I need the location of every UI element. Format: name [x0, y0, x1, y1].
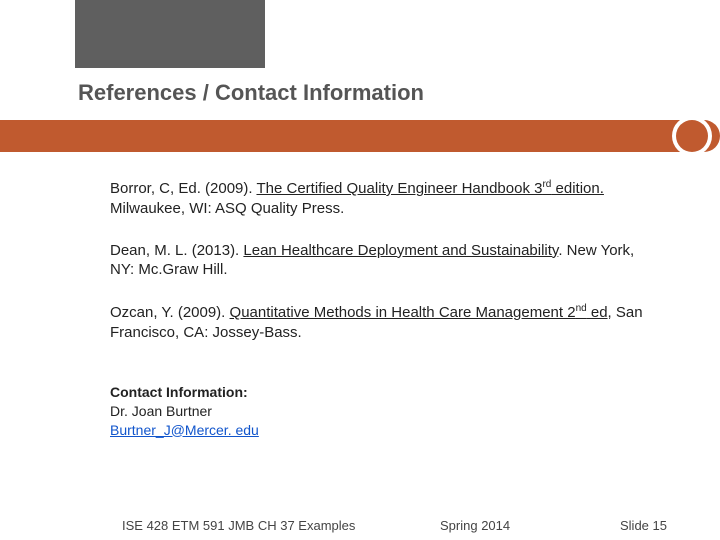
ref-title-underline: Quantitative Methods in Health Care Mana…: [230, 304, 608, 321]
footer-left: ISE 428 ETM 591 JMB CH 37 Examples: [122, 518, 355, 533]
ref-title-underline: The Certified Quality Engineer Handbook …: [256, 180, 603, 197]
footer-right: Slide 15: [620, 518, 667, 533]
ref-title-underline: Lean Healthcare Deployment and Sustainab…: [243, 242, 558, 259]
reference-item: Dean, M. L. (2013). Lean Healthcare Depl…: [110, 241, 650, 281]
ref-pre: Dean, M. L. (2013).: [110, 242, 243, 259]
contact-email-link[interactable]: Burtner_J@Mercer. edu: [110, 422, 259, 438]
content-area: Borror, C, Ed. (2009). The Certified Qua…: [110, 178, 650, 439]
title-underline-bar: [0, 120, 720, 152]
reference-item: Ozcan, Y. (2009). Quantitative Methods i…: [110, 302, 650, 343]
slide-title: References / Contact Information: [78, 80, 424, 106]
footer-mid: Spring 2014: [440, 518, 510, 533]
ref-pre: Borror, C, Ed. (2009).: [110, 180, 256, 197]
bar-cap-inner: [676, 120, 708, 152]
contact-block: Contact Information: Dr. Joan Burtner Bu…: [110, 383, 650, 440]
bar-fill: [0, 120, 720, 152]
slide: References / Contact Information Borror,…: [0, 0, 720, 540]
contact-name: Dr. Joan Burtner: [110, 402, 650, 421]
ref-pre: Ozcan, Y. (2009).: [110, 304, 230, 321]
reference-item: Borror, C, Ed. (2009). The Certified Qua…: [110, 178, 650, 219]
ref-post: Milwaukee, WI: ASQ Quality Press.: [110, 200, 344, 217]
contact-heading: Contact Information:: [110, 383, 650, 402]
header-accent-block: [75, 0, 265, 68]
